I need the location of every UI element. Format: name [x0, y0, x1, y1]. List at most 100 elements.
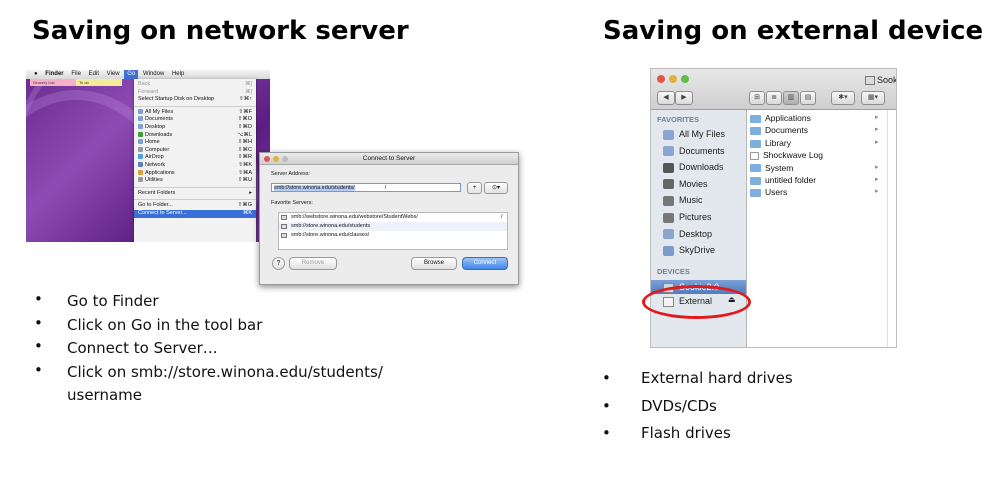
menubar-go[interactable]: Go	[124, 70, 139, 79]
menu-item-recent-folders[interactable]: Recent Folders ▸	[134, 190, 256, 198]
sticky-note[interactable]: Grocery List	[30, 79, 76, 86]
menubar-file[interactable]: File	[68, 70, 84, 79]
menu-item-go-to-folder[interactable]: Go to Folder... ⇧⌘G	[134, 202, 256, 210]
pictures-icon	[663, 212, 674, 223]
downloads-icon	[663, 162, 674, 173]
menu-item-home[interactable]: Home ⇧⌘H	[134, 139, 256, 147]
browse-button[interactable]: Browse	[411, 257, 457, 270]
menu-item-label: Back	[138, 81, 151, 87]
folder-icon	[750, 164, 761, 173]
menubar-finder[interactable]: Finder	[42, 70, 66, 79]
folder-icon	[750, 176, 761, 185]
add-favorite-button[interactable]: +	[467, 182, 482, 194]
menubar-edit[interactable]: Edit	[86, 70, 102, 79]
menu-item-desktop[interactable]: Desktop ⇧⌘D	[134, 124, 256, 132]
sidebar-item-pictures[interactable]: Pictures	[663, 210, 712, 224]
menu-item-select-startup-disk-on-desktop[interactable]: Select Startup Disk on Desktop ⇧⌘↑	[134, 96, 256, 104]
chevron-right-icon: ▸	[875, 138, 879, 146]
file-item-shockwave-log[interactable]: Shockwave Log	[750, 149, 823, 161]
finder-column: Applications ▸ Documents ▸ Library ▸ Shockwave…	[747, 110, 888, 347]
menu-item-network[interactable]: Network ⇧⌘K	[134, 162, 256, 170]
menubar-view[interactable]: View	[104, 70, 123, 79]
menu-separator	[134, 105, 256, 107]
downloads-icon	[138, 131, 143, 137]
file-item-untitled-folder[interactable]: untitled folder	[750, 174, 816, 186]
devices-header: DEVICES	[657, 267, 690, 276]
file-item-documents[interactable]: Documents	[750, 124, 808, 136]
file-item-users[interactable]: Users	[750, 186, 787, 198]
server-icon	[281, 214, 287, 220]
favorite-server-address: smb://webstore.winona.edu/webstore/Stude…	[291, 214, 418, 220]
chevron-right-icon: ▸	[875, 176, 879, 183]
sidebar-item-movies[interactable]: Movies	[663, 177, 708, 191]
minimize-icon[interactable]	[273, 155, 279, 162]
menu-item-shortcut: ⌘K	[242, 209, 252, 216]
arrange-menu-button[interactable]: ▦▾	[861, 91, 885, 105]
menu-item-shortcut: ▸	[249, 189, 252, 196]
file-item-system[interactable]: System	[750, 162, 793, 174]
sidebar-item-label: Desktop	[679, 228, 713, 239]
remove-button[interactable]: Remove	[289, 257, 337, 270]
menubar-window[interactable]: Window	[140, 70, 167, 79]
connect-button[interactable]: Connect	[462, 257, 508, 270]
zoom-icon[interactable]	[282, 155, 288, 162]
favorite-server-tail: /	[501, 214, 503, 220]
sticky-note[interactable]: To do	[76, 79, 122, 86]
desktop-icon	[138, 124, 143, 130]
file-item-label: Users	[765, 187, 788, 198]
sidebar-item-all-my-files[interactable]: All My Files	[663, 127, 725, 141]
menu-item-airdrop[interactable]: AirDrop ⇧⌘R	[134, 154, 256, 162]
favorite-server-row[interactable]: smb://store.winona.edu/classes/	[279, 231, 507, 240]
documents-icon	[663, 146, 674, 157]
sidebar-item-label: Pictures	[679, 212, 712, 222]
sidebar-item-label: Downloads	[679, 162, 724, 173]
file-item-applications[interactable]: Applications	[750, 112, 811, 124]
zoom-icon[interactable]	[681, 75, 689, 83]
coverflow-view-button[interactable]: ▤	[800, 91, 816, 105]
menu-item-label: Connect to Server...	[138, 209, 187, 216]
column-view-button[interactable]: ▥	[783, 91, 799, 105]
action-menu-button[interactable]: ✱▾	[831, 91, 855, 105]
help-button[interactable]: ?	[272, 257, 285, 270]
home-icon	[138, 139, 143, 145]
airdrop-icon	[138, 154, 143, 160]
desktop-icon	[663, 229, 674, 240]
menu-item-label: Go to Folder...	[138, 202, 173, 209]
minimize-icon[interactable]	[669, 75, 677, 83]
sidebar-item-music[interactable]: Music	[663, 193, 703, 207]
menu-item-applications[interactable]: Applications ⇧⌘A	[134, 170, 256, 178]
server-address-input[interactable]: smb://store.winona.edu/students/ /	[271, 183, 461, 192]
menu-item-utilities[interactable]: Utilities ⇧⌘U	[134, 177, 256, 185]
back-button[interactable]: ◀	[657, 91, 675, 105]
menu-item-connect-to-server[interactable]: Connect to Server... ⌘K	[134, 209, 256, 218]
sidebar-item-desktop[interactable]: Desktop	[663, 227, 712, 241]
list-view-button[interactable]: ≣	[766, 91, 782, 105]
favorite-server-row[interactable]: smb://store.winona.edu/students	[279, 222, 507, 231]
menu-item-documents[interactable]: Documents ⇧⌘O	[134, 116, 256, 124]
menu-item-forward[interactable]: Forward ⌘]	[134, 89, 256, 97]
icon-view-button[interactable]: ⊞	[749, 91, 765, 105]
bullet: •	[34, 337, 43, 355]
sidebar-item-skydrive[interactable]: SkyDrive	[663, 243, 715, 257]
sidebar-item-documents[interactable]: Documents	[663, 144, 725, 158]
file-item-label: Shockwave Log	[763, 150, 824, 161]
apple-icon[interactable]: ●	[26, 70, 41, 79]
close-icon[interactable]	[657, 75, 665, 83]
favorite-servers-list[interactable]: smb://webstore.winona.edu/webstore/Stude…	[278, 212, 508, 250]
chevron-right-icon: ▸	[875, 188, 879, 196]
recent-servers-button[interactable]: ⊙▾	[484, 182, 508, 194]
documents-icon	[138, 116, 143, 122]
folder-icon	[750, 139, 761, 148]
file-item-library[interactable]: Library	[750, 137, 791, 149]
menubar-help[interactable]: Help	[169, 70, 187, 79]
skydrive-icon	[663, 245, 674, 256]
favorite-server-row[interactable]: smb://webstore.winona.edu/webstore/Stude…	[279, 213, 507, 222]
menu-item-shortcut: ⇧⌘R	[237, 154, 252, 161]
sidebar-item-downloads[interactable]: Downloads	[663, 160, 724, 174]
menu-item-shortcut: ⌘[	[244, 81, 252, 87]
close-icon[interactable]	[264, 155, 270, 162]
menu-item-back[interactable]: Back ⌘[	[134, 81, 256, 89]
menu-item-label: Select Startup Disk on Desktop	[138, 96, 215, 103]
music-icon	[663, 196, 674, 207]
forward-button[interactable]: ▶	[675, 91, 693, 105]
